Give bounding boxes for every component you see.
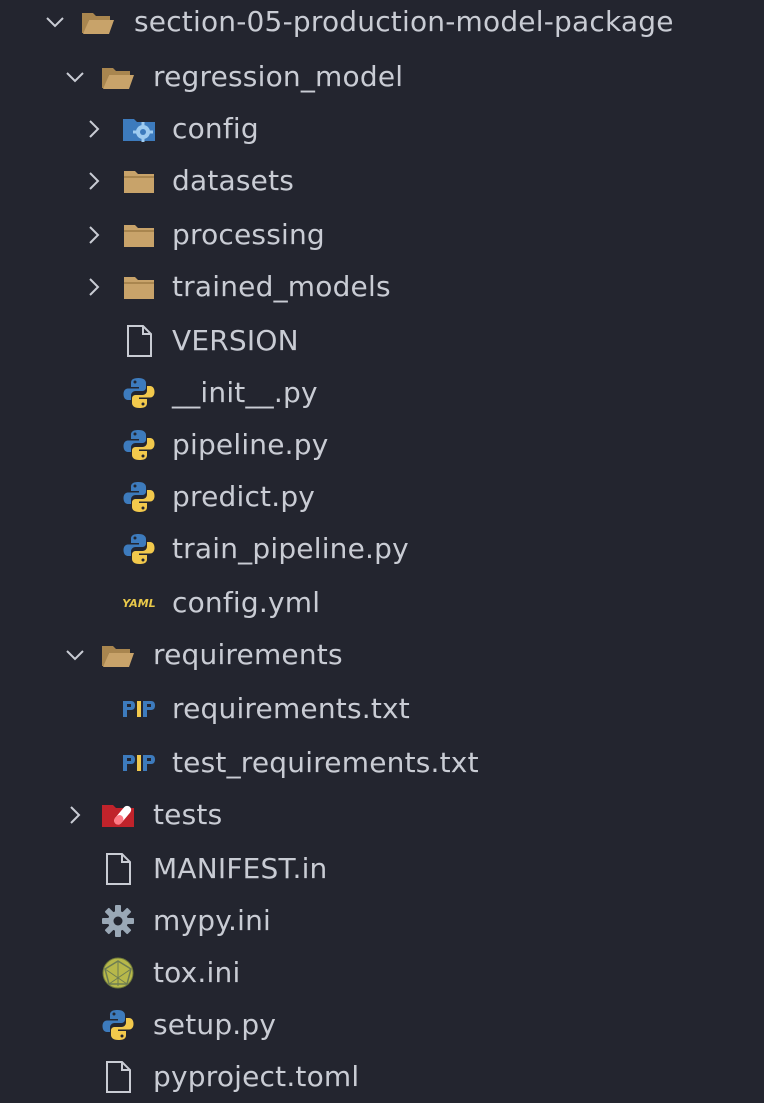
tree-item-label: requirements.txt: [172, 692, 410, 725]
tree-item-label: regression_model: [153, 60, 404, 93]
python-icon: [120, 478, 158, 516]
tree-item-label: __init__.py: [172, 376, 318, 409]
folder-open-icon: [79, 3, 117, 41]
tree-item-pyproject-toml-file[interactable]: pyproject.toml: [0, 1051, 764, 1103]
tree-item-setup-py-file[interactable]: setup.py: [0, 999, 764, 1051]
folder-open-icon: [99, 58, 137, 96]
tree-item-label: config: [172, 112, 259, 145]
tree-item-label: predict.py: [172, 480, 316, 513]
gear-icon: [99, 902, 137, 940]
tree-item-init-py-file[interactable]: __init__.py: [0, 367, 764, 419]
chevron-down-icon[interactable]: [60, 640, 90, 670]
svg-text:YAML: YAML: [122, 597, 155, 610]
tree-item-label: tox.ini: [153, 956, 241, 989]
tree-item-label: test_requirements.txt: [172, 746, 479, 779]
tox-icon: [99, 954, 137, 992]
chevron-down-icon[interactable]: [40, 7, 70, 37]
tree-item-root-folder[interactable]: section-05-production-model-package: [0, 0, 764, 48]
file-explorer-tree: section-05-production-model-package regr…: [0, 0, 764, 1100]
pip-icon: [120, 744, 158, 782]
tree-item-label: train_pipeline.py: [172, 532, 409, 565]
folder-open-icon: [99, 636, 137, 674]
tree-item-trained-models-folder[interactable]: trained_models: [0, 261, 764, 313]
tree-item-version-file[interactable]: VERSION: [0, 315, 764, 367]
tree-item-label: trained_models: [172, 270, 391, 303]
tree-item-predict-py-file[interactable]: predict.py: [0, 471, 764, 523]
tree-item-label: tests: [153, 798, 223, 831]
file-icon: [120, 322, 158, 360]
chevron-down-icon[interactable]: [60, 62, 90, 92]
chevron-right-icon[interactable]: [60, 800, 90, 830]
tree-item-regression-model-folder[interactable]: regression_model: [0, 51, 764, 103]
tree-item-label: processing: [172, 218, 325, 251]
tree-item-pipeline-py-file[interactable]: pipeline.py: [0, 419, 764, 471]
python-icon: [99, 1006, 137, 1044]
tree-item-label: pyproject.toml: [153, 1060, 360, 1093]
tree-item-label: VERSION: [172, 324, 299, 357]
tree-item-label: config.yml: [172, 586, 321, 619]
tree-item-train-pipeline-py-file[interactable]: train_pipeline.py: [0, 523, 764, 575]
tree-item-label: pipeline.py: [172, 428, 329, 461]
tree-item-datasets-folder[interactable]: datasets: [0, 155, 764, 207]
folder-icon: [120, 162, 158, 200]
python-icon: [120, 530, 158, 568]
tree-item-mypy-ini-file[interactable]: mypy.ini: [0, 895, 764, 947]
tree-item-tox-ini-file[interactable]: tox.ini: [0, 947, 764, 999]
tree-item-requirements-txt-file[interactable]: requirements.txt: [0, 683, 764, 735]
tree-item-test-requirements-txt-file[interactable]: test_requirements.txt: [0, 737, 764, 789]
folder-test-icon: [99, 796, 137, 834]
chevron-right-icon[interactable]: [79, 114, 109, 144]
folder-icon: [120, 268, 158, 306]
tree-item-label: mypy.ini: [153, 904, 272, 937]
file-icon: [99, 850, 137, 888]
python-icon: [120, 426, 158, 464]
tree-item-label: MANIFEST.in: [153, 852, 328, 885]
folder-icon: [120, 216, 158, 254]
chevron-right-icon[interactable]: [79, 272, 109, 302]
tree-item-processing-folder[interactable]: processing: [0, 209, 764, 261]
folder-config-icon: [120, 110, 158, 148]
tree-item-config-yml-file[interactable]: YAML config.yml: [0, 577, 764, 629]
chevron-right-icon[interactable]: [79, 166, 109, 196]
chevron-right-icon[interactable]: [79, 220, 109, 250]
tree-item-requirements-folder[interactable]: requirements: [0, 629, 764, 681]
pip-icon: [120, 690, 158, 728]
python-icon: [120, 374, 158, 412]
file-icon: [99, 1058, 137, 1096]
tree-item-label: datasets: [172, 164, 295, 197]
yaml-icon: YAML: [120, 584, 158, 622]
tree-item-tests-folder[interactable]: tests: [0, 789, 764, 841]
tree-item-config-folder[interactable]: config: [0, 103, 764, 155]
tree-item-manifest-file[interactable]: MANIFEST.in: [0, 843, 764, 895]
tree-item-label: setup.py: [153, 1008, 277, 1041]
tree-item-label: section-05-production-model-package: [134, 5, 674, 38]
tree-item-label: requirements: [153, 638, 343, 671]
